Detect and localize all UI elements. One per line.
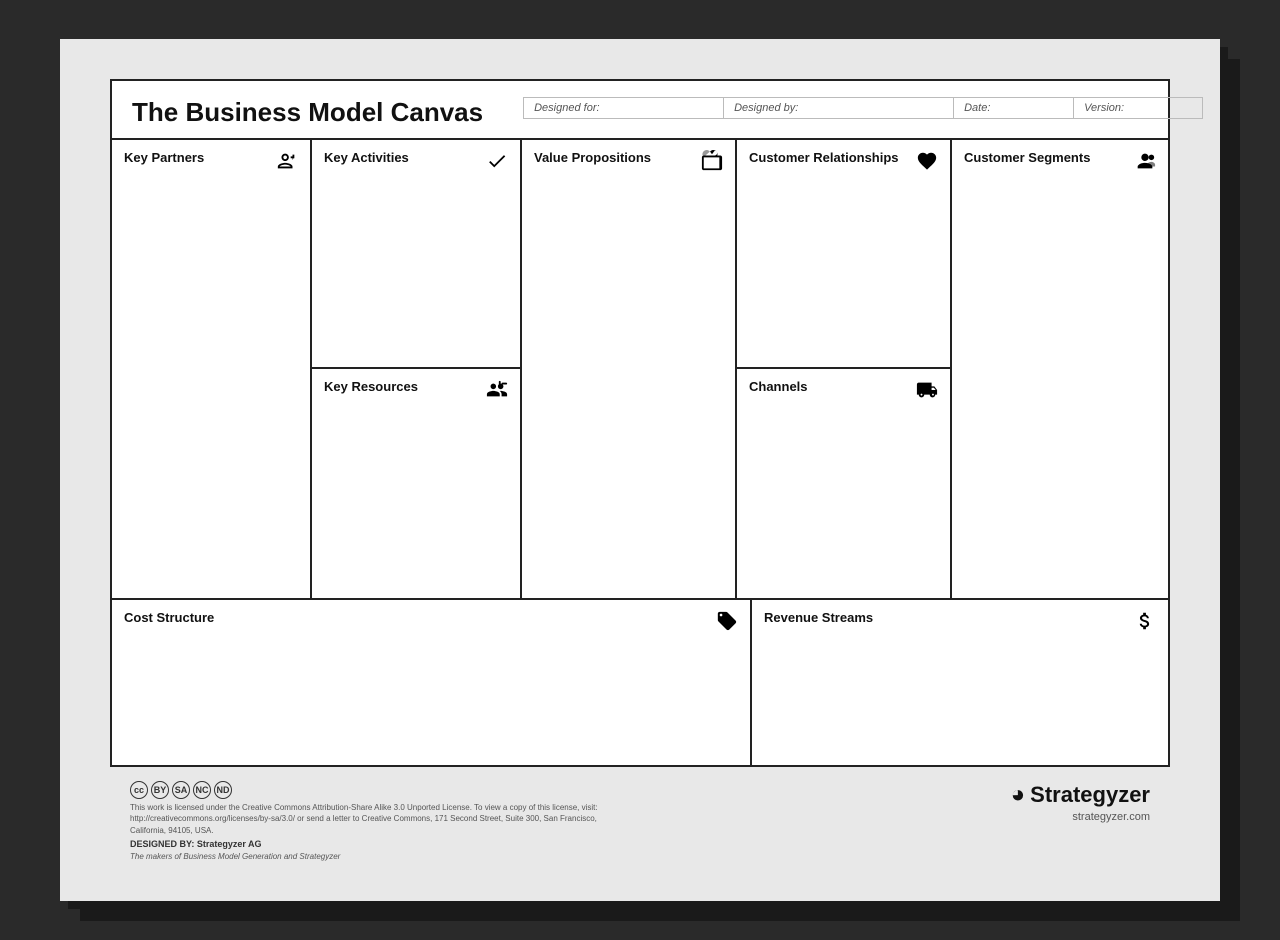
value-propositions-label-row: Value Propositions [534,150,723,176]
footer-right: ◕ Strategyzer strategyzer.com [1011,781,1150,823]
cost-structure-label-row: Cost Structure [124,610,738,636]
strategyzer-url: strategyzer.com [1072,811,1150,823]
customer-segments-text: Customer Segments [964,150,1090,165]
revenue-streams-label-row: Revenue Streams [764,610,1156,636]
channels-text: Channels [749,379,808,394]
cc-icons-row: cc BY SA NC ND [130,781,610,799]
cost-structure-icon [716,610,738,636]
customer-relationships-cell[interactable]: Customer Relationships [737,140,950,369]
customer-segments-column: Customer Segments [952,140,1168,598]
customer-relationships-label-row: Customer Relationships [749,150,938,176]
key-partners-text: Key Partners [124,150,204,165]
page-title: The Business Model Canvas [132,97,483,128]
key-activities-label-row: Key Activities [324,150,508,176]
revenue-streams-text: Revenue Streams [764,610,873,625]
key-resources-cell[interactable]: Key Resources [312,369,520,598]
key-resources-icon [486,379,508,405]
channels-label-row: Channels [749,379,938,405]
date-label: Date: [964,102,990,114]
key-activities-icon [486,150,508,176]
cc-icon-by: BY [151,781,169,799]
designed-for-field[interactable]: Designed for: [523,97,723,119]
value-propositions-icon [701,150,723,176]
bmc-grid: Key Partners Key Activities [112,138,1168,765]
date-field[interactable]: Date: [953,97,1073,119]
designed-for-label: Designed for: [534,102,599,114]
relationships-channels-column: Customer Relationships Channels [737,140,952,598]
strategyzer-brand: Strategyzer [1030,782,1150,808]
bmc-canvas: The Business Model Canvas Designed for: … [110,79,1170,767]
key-partners-icon [276,150,298,176]
key-activities-text: Key Activities [324,150,409,165]
key-resources-label-row: Key Resources [324,379,508,405]
channels-icon [916,379,938,405]
revenue-streams-cell[interactable]: Revenue Streams [752,600,1168,765]
key-resources-text: Key Resources [324,379,418,394]
strategyzer-symbol: ◕ [1011,781,1026,809]
key-partners-label-row: Key Partners [124,150,298,176]
footer-designed-by: DESIGNED BY: Strategyzer AG [130,839,610,849]
footer-tagline: The makers of Business Model Generation … [130,852,610,861]
cost-structure-text: Cost Structure [124,610,214,625]
cc-icon-nc: NC [193,781,211,799]
footer-left: cc BY SA NC ND This work is licensed und… [130,781,610,861]
value-propositions-text: Value Propositions [534,150,651,165]
cc-icon-sa: SA [172,781,190,799]
designed-by-field[interactable]: Designed by: [723,97,953,119]
cc-icon-nd: ND [214,781,232,799]
channels-cell[interactable]: Channels [737,369,950,598]
key-activities-cell[interactable]: Key Activities [312,140,520,369]
header-fields: Designed for: Designed by: Date: Version… [523,97,1203,119]
footer-license-text: This work is licensed under the Creative… [130,802,610,836]
designed-by-label: Designed by: [734,102,798,114]
key-partners-cell[interactable]: Key Partners [112,140,310,598]
customer-segments-label-row: Customer Segments [964,150,1156,176]
key-partners-column: Key Partners [112,140,312,598]
strategyzer-logo: ◕ Strategyzer [1011,781,1150,809]
cost-structure-cell[interactable]: Cost Structure [112,600,752,765]
value-propositions-column: Value Propositions [522,140,737,598]
customer-segments-cell[interactable]: Customer Segments [952,140,1168,184]
version-field[interactable]: Version: [1073,97,1203,119]
revenue-streams-icon [1134,610,1156,636]
value-propositions-cell[interactable]: Value Propositions [522,140,735,184]
cc-icon-cc: cc [130,781,148,799]
bmc-bottom: Cost Structure Revenue Streams [112,600,1168,765]
page-container: The Business Model Canvas Designed for: … [60,39,1220,901]
customer-segments-icon [1134,150,1156,176]
canvas-header: The Business Model Canvas Designed for: … [112,81,1168,138]
bmc-top: Key Partners Key Activities [112,140,1168,600]
customer-relationships-text: Customer Relationships [749,150,899,165]
canvas-footer: cc BY SA NC ND This work is licensed und… [110,767,1170,871]
customer-relationships-icon [916,150,938,176]
activities-resources-column: Key Activities Key Resources [312,140,522,598]
version-label: Version: [1084,102,1124,114]
